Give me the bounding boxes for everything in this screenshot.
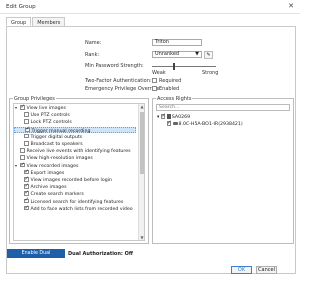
tab-members[interactable]: Members (32, 17, 66, 26)
checkbox[interactable] (24, 112, 29, 117)
edit-rank-button[interactable]: ✎ (204, 51, 213, 59)
emergency-override-label: Emergency Privilege Override: (85, 86, 162, 92)
privilege-row[interactable]: Trigger digital outputs (14, 133, 136, 140)
close-icon[interactable]: ✕ (288, 2, 294, 10)
access-rights-box: Access Rights Search... ▾ SA0269 8.0C-H5A… (152, 95, 294, 244)
privilege-row[interactable]: Broadcast to speakers (14, 141, 136, 147)
privilege-label: Trigger digital outputs (30, 134, 83, 140)
server-icon (166, 114, 171, 119)
tree-node-server[interactable]: ▾ SA0269 (157, 113, 191, 120)
two-factor-label: Two-Factor Authentication: (85, 78, 152, 84)
privileges-list: ▲ ▼ ▾View live imagesUse PTZ controls Loc… (13, 103, 145, 241)
privilege-label: Trigger manual recording (31, 128, 91, 134)
checkbox[interactable] (24, 183, 29, 189)
checkbox[interactable] (20, 162, 25, 168)
privilege-row[interactable]: Export images (14, 169, 136, 176)
emergency-option-label: Enabled (159, 86, 180, 92)
server-label: SA0269 (171, 114, 191, 120)
checkbox[interactable] (24, 169, 29, 175)
privilege-label: Use PTZ controls (30, 112, 70, 118)
group-privileges-box: Group Privileges ▲ ▼ ▾View live imagesUs… (9, 95, 149, 244)
checkbox[interactable] (24, 133, 29, 139)
group-privileges-title: Group Privileges (13, 95, 56, 102)
chevron-down-icon: ▼ (195, 51, 199, 57)
privileges-scrollbar[interactable]: ▲ ▼ (138, 104, 144, 240)
checkbox[interactable] (20, 148, 25, 153)
privilege-row[interactable]: ▾View live images (14, 104, 136, 111)
checkbox[interactable] (152, 78, 157, 83)
scroll-up-icon[interactable]: ▲ (139, 104, 144, 109)
two-factor-required-checkbox[interactable]: Required (152, 78, 181, 84)
privilege-label: Create search markers (30, 192, 84, 198)
strength-weak-label: Weak (152, 70, 166, 76)
pencil-icon: ✎ (206, 52, 211, 58)
camera-label: 8.0C-H5A-BO1-IR(2938421) (178, 121, 243, 127)
checkbox[interactable] (20, 104, 25, 110)
checkbox[interactable] (24, 198, 29, 204)
privilege-label: Licensed search for identifying features (30, 199, 124, 205)
privilege-label: View images recorded before login (30, 177, 112, 183)
checkbox[interactable] (160, 113, 165, 119)
privilege-label: Add to face watch lists from recorded vi… (30, 206, 133, 212)
privilege-row[interactable]: View high-resolution images (14, 155, 136, 161)
cancel-button[interactable]: Cancel (256, 266, 277, 274)
strength-strong-label: Strong (202, 70, 219, 76)
privilege-row[interactable]: Trigger manual recording (14, 127, 136, 133)
access-rights-title: Access Rights (156, 95, 193, 102)
tree-node-camera[interactable]: 8.0C-H5A-BO1-IR(2938421) (165, 120, 243, 127)
enable-dual-authorization-button[interactable]: Enable Dual Authorization (7, 249, 65, 265)
privilege-row[interactable]: Receive live events with identifying fea… (14, 148, 136, 154)
checkbox[interactable] (24, 176, 29, 182)
scroll-thumb[interactable] (140, 112, 144, 174)
checkbox[interactable] (25, 127, 30, 133)
emergency-enabled-checkbox[interactable]: Enabled (152, 86, 179, 92)
name-field[interactable]: Triton (152, 39, 202, 46)
privilege-label: Receive live events with identifying fea… (26, 148, 131, 154)
ok-button[interactable]: OK (231, 266, 252, 274)
search-input[interactable]: Search... (156, 104, 290, 111)
privilege-row[interactable]: Archive images (14, 183, 136, 190)
privilege-label: View recorded images (26, 163, 79, 169)
rank-label: Rank: (85, 52, 100, 58)
tab-group[interactable]: Group (6, 17, 32, 26)
privilege-label: View live images (26, 106, 66, 111)
privilege-row[interactable]: Lock PTZ controls (14, 119, 136, 125)
camera-icon (172, 121, 178, 125)
privilege-label: View high-resolution images (26, 156, 93, 162)
title-bar: Edit Group ✕ (0, 0, 300, 14)
checkbox[interactable] (24, 205, 29, 211)
tab-strip: Group Members (6, 17, 66, 26)
window-title: Edit Group (6, 4, 36, 10)
privilege-row[interactable]: Licensed search for identifying features (14, 198, 136, 205)
rank-value: Unranked (155, 51, 180, 57)
checkbox[interactable] (24, 190, 29, 196)
privilege-row[interactable]: ▾View recorded images (14, 162, 136, 169)
two-factor-option-label: Required (159, 78, 182, 84)
password-strength-slider[interactable] (152, 66, 216, 67)
privilege-label: Archive images (30, 184, 67, 190)
password-strength-label: Min Password Strength: (85, 63, 144, 69)
chevron-down-icon[interactable]: ▾ (157, 115, 159, 120)
dual-authorization-status: Dual Authorization: Off (68, 251, 133, 257)
name-label: Name: (85, 40, 102, 46)
checkbox[interactable] (166, 120, 171, 126)
slider-thumb[interactable] (173, 63, 176, 70)
privilege-row[interactable]: Add to face watch lists from recorded vi… (14, 205, 136, 212)
privilege-row[interactable]: Use PTZ controls (14, 112, 136, 118)
privilege-row[interactable]: Create search markers (14, 190, 136, 198)
privilege-label: Lock PTZ controls (30, 120, 72, 126)
checkbox[interactable] (24, 119, 29, 124)
privilege-label: Broadcast to speakers (30, 141, 83, 147)
rank-select[interactable]: Unranked ▼ (152, 51, 202, 58)
privilege-label: Export images (30, 170, 65, 176)
privilege-row[interactable]: View images recorded before login (14, 176, 136, 183)
checkbox[interactable] (24, 141, 29, 146)
scroll-down-icon[interactable]: ▼ (139, 235, 144, 240)
checkbox[interactable] (152, 86, 157, 91)
checkbox[interactable] (20, 155, 25, 160)
